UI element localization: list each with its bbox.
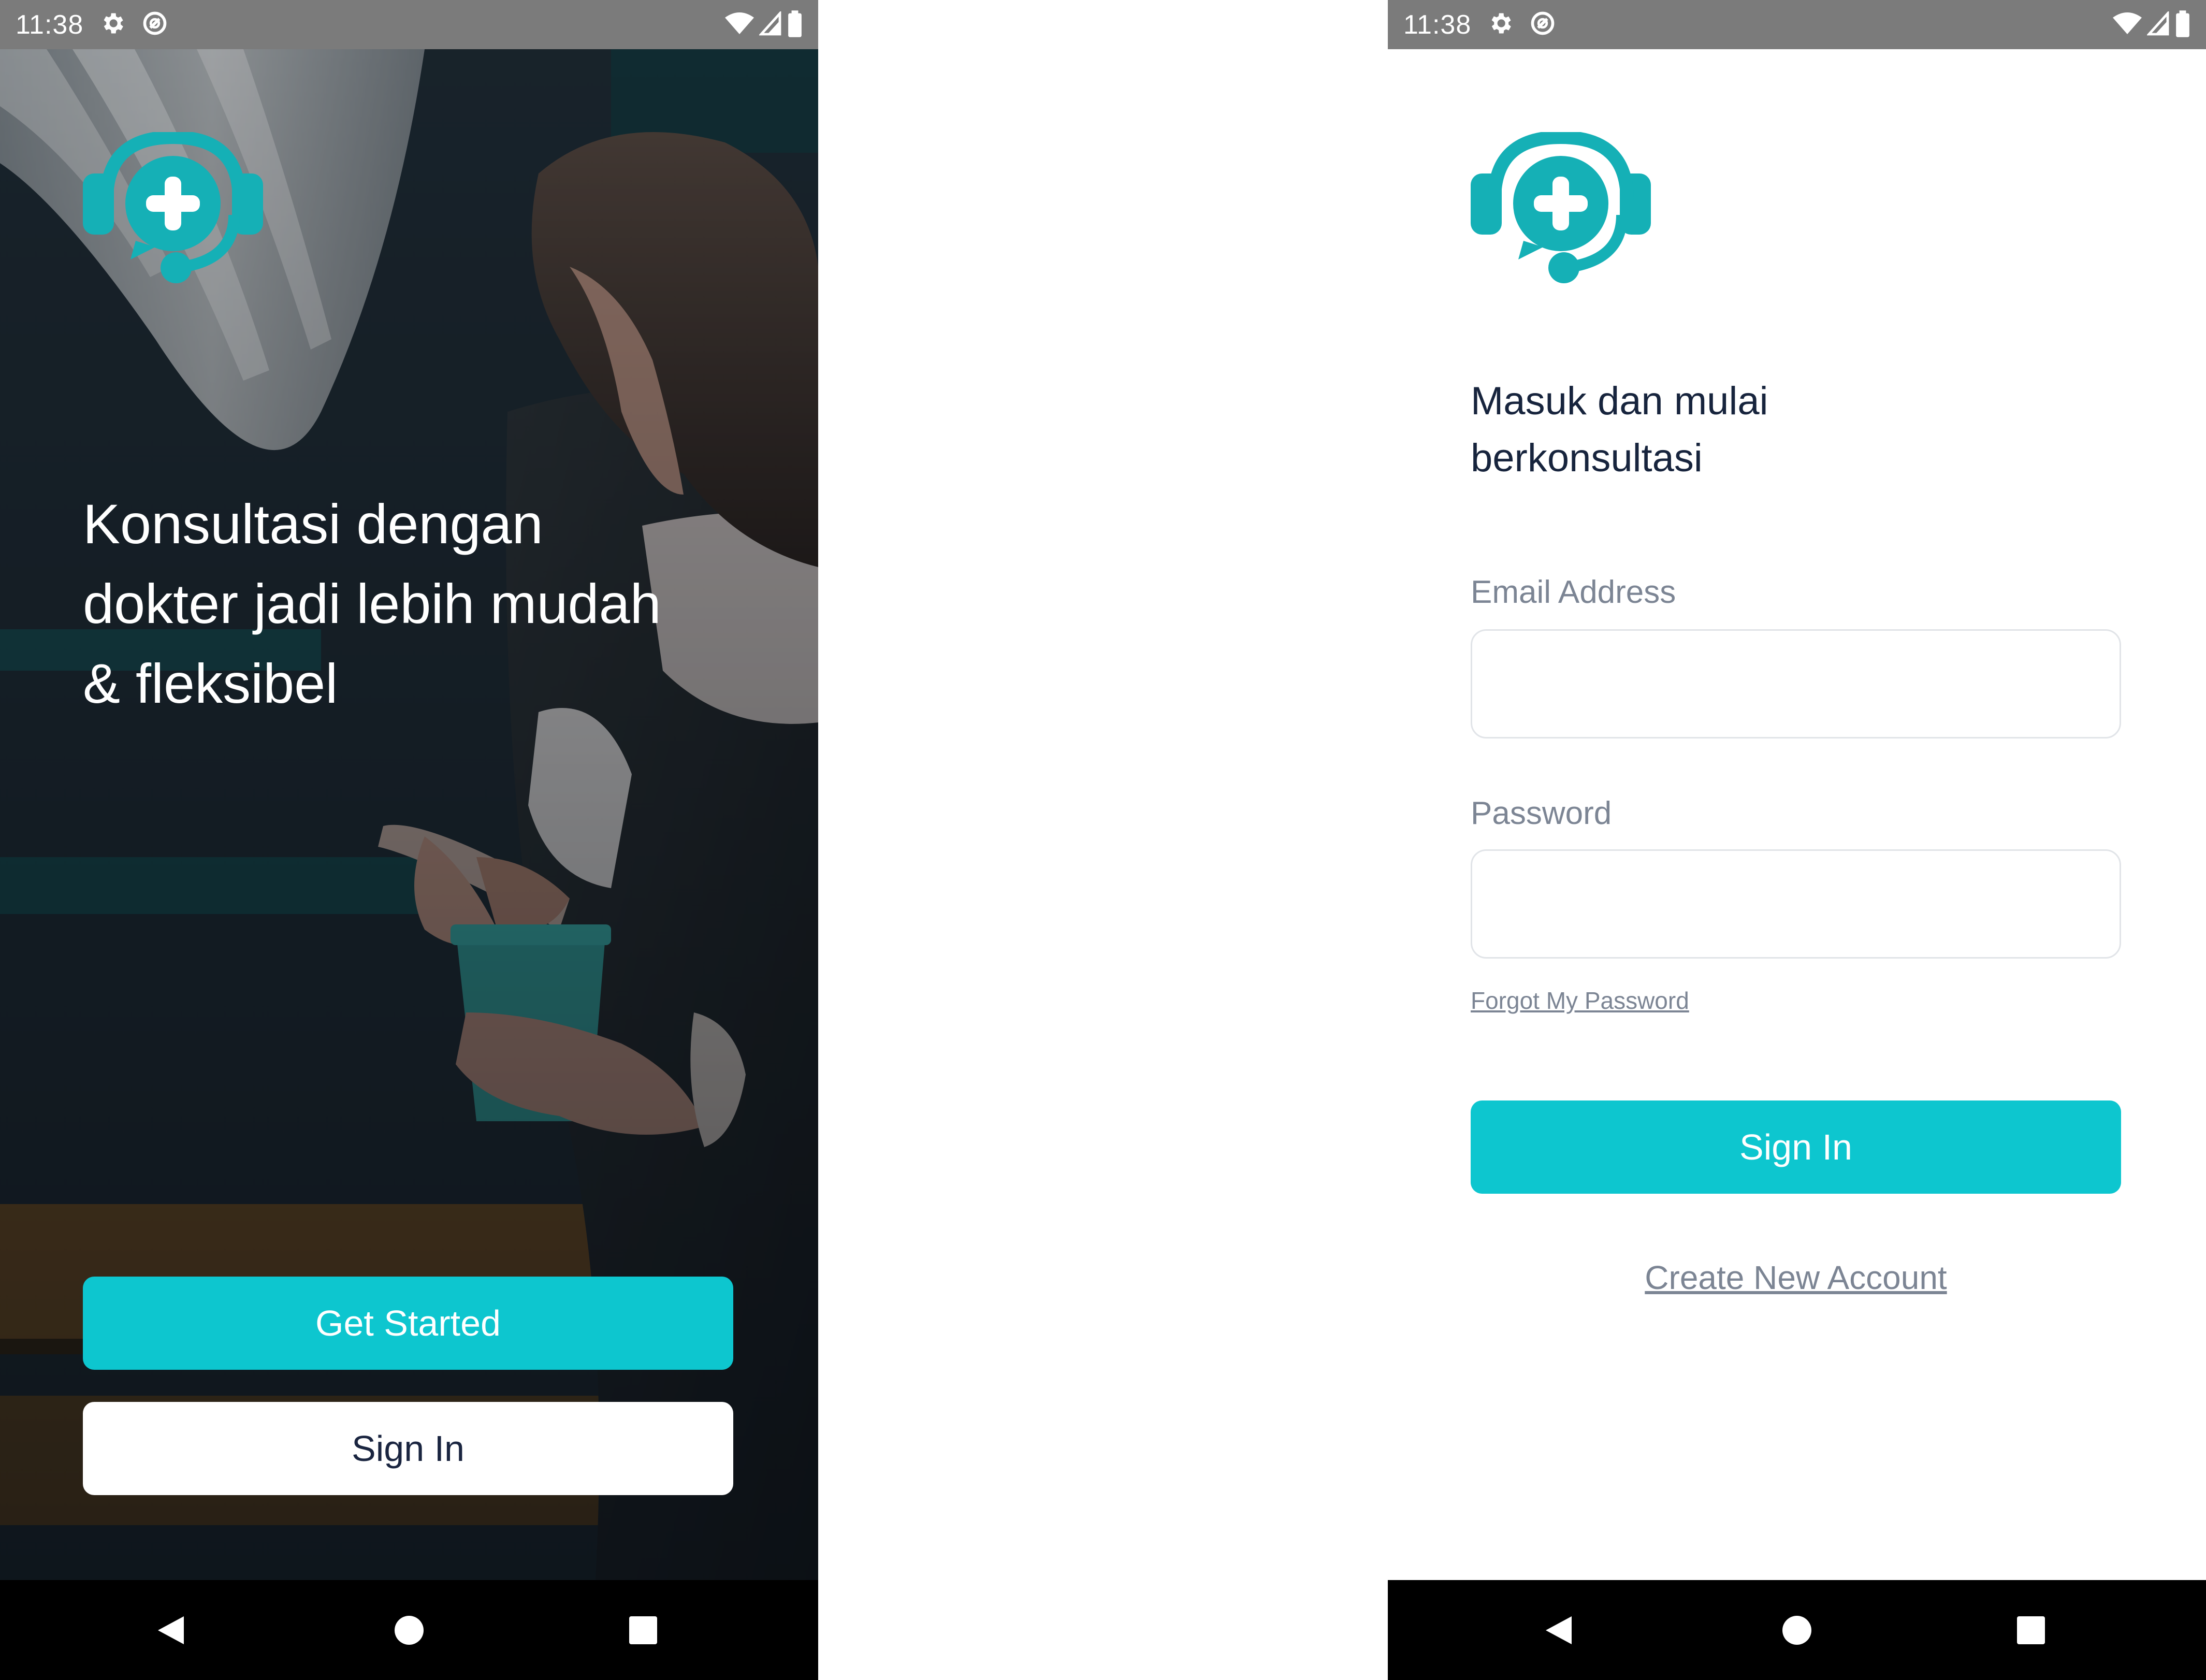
gear-icon xyxy=(99,10,126,39)
password-label: Password xyxy=(1471,795,1612,831)
sign-in-screen: 11:38 Masuk dan mulai berkonsultasi Emai… xyxy=(1388,0,2206,1680)
sign-in-button[interactable]: Sign In xyxy=(83,1402,733,1495)
status-bar: 11:38 xyxy=(0,0,818,49)
status-time: 11:38 xyxy=(16,9,84,40)
home-icon[interactable] xyxy=(1779,1612,1815,1648)
battery-icon xyxy=(2175,10,2190,40)
welcome-screen: 11:38 Konsultasi dengan dokter jadi lebi… xyxy=(0,0,818,1680)
signal-icon xyxy=(2146,10,2170,39)
navigation-bar xyxy=(1388,1580,2206,1680)
status-bar: 11:38 xyxy=(1388,0,2206,49)
app-logo xyxy=(1471,130,1651,290)
recents-icon[interactable] xyxy=(2013,1612,2049,1648)
wifi-icon xyxy=(725,11,754,39)
sync-icon xyxy=(1529,10,1556,39)
sync-icon xyxy=(141,10,168,39)
medical-chat-headset-icon xyxy=(83,130,263,283)
email-label: Email Address xyxy=(1471,574,1676,610)
password-field[interactable] xyxy=(1471,849,2121,959)
home-icon[interactable] xyxy=(391,1612,427,1648)
app-logo xyxy=(83,130,263,290)
gear-icon xyxy=(1487,10,1514,39)
signal-icon xyxy=(758,10,782,39)
medical-chat-headset-icon xyxy=(1471,130,1651,283)
create-account-link[interactable]: Create New Account xyxy=(1471,1258,2121,1297)
status-time: 11:38 xyxy=(1403,9,1472,40)
email-field[interactable] xyxy=(1471,629,2121,738)
forgot-password-link[interactable]: Forgot My Password xyxy=(1471,987,1689,1015)
recents-icon[interactable] xyxy=(625,1612,661,1648)
wifi-icon xyxy=(2113,11,2142,39)
sign-in-button[interactable]: Sign In xyxy=(1471,1100,2121,1194)
get-started-button[interactable]: Get Started xyxy=(83,1277,733,1370)
battery-icon xyxy=(787,10,803,40)
navigation-bar xyxy=(0,1580,818,1680)
sign-in-headline: Masuk dan mulai berkonsultasi xyxy=(1471,379,1768,480)
back-icon[interactable] xyxy=(1541,1612,1577,1648)
welcome-headline: Konsultasi dengan dokter jadi lebih muda… xyxy=(83,493,661,715)
back-icon[interactable] xyxy=(153,1612,189,1648)
